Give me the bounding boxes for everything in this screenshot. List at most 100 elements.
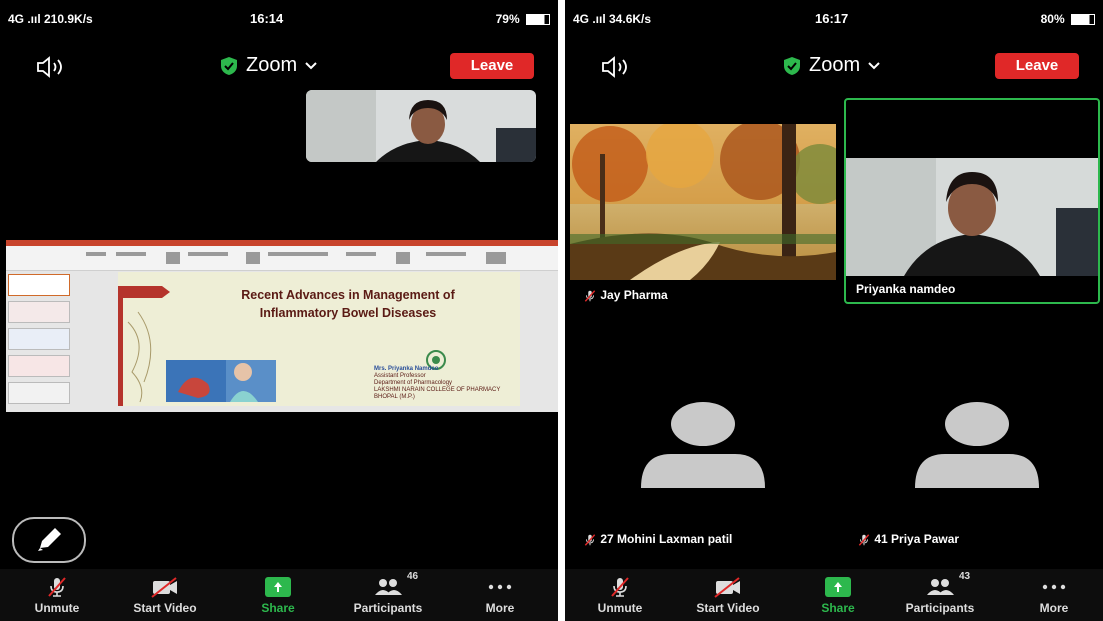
status-bar: 4G .ııl 34.6K/s 16:17 80% bbox=[565, 0, 1103, 38]
start-video-label: Start Video bbox=[696, 601, 760, 615]
slide-college: LAKSHMI NARAIN COLLEGE OF PHARMACY bbox=[374, 387, 501, 393]
share-button[interactable]: Share bbox=[793, 575, 883, 615]
left-screen: 4G .ııl 210.9K/s 16:14 79% Zoom Leave Re… bbox=[0, 0, 558, 621]
participant-label: 27 Mohini Laxman patil bbox=[583, 532, 732, 547]
share-icon bbox=[265, 577, 291, 597]
share-button[interactable]: Share bbox=[233, 575, 323, 615]
video-off-icon bbox=[151, 577, 177, 598]
current-slide: Recent Advances in Management of Inflamm… bbox=[118, 272, 520, 406]
participant-name: 41 Priya Pawar bbox=[874, 532, 960, 546]
participants-button[interactable]: 46 Participants bbox=[343, 571, 433, 615]
meeting-toolbar: Unmute Start Video Share bbox=[0, 569, 558, 621]
meeting-top-bar: Zoom Leave bbox=[0, 50, 558, 86]
participants-label: Participants bbox=[353, 601, 423, 615]
slide-thumbnail[interactable] bbox=[8, 355, 70, 377]
more-dots-icon bbox=[1042, 584, 1066, 590]
battery-status: 80% bbox=[1041, 12, 1095, 26]
leave-button[interactable]: Leave bbox=[995, 53, 1079, 79]
start-video-button[interactable]: Start Video bbox=[120, 575, 210, 615]
pencil-icon bbox=[38, 528, 61, 551]
more-button[interactable]: More bbox=[1009, 575, 1099, 615]
slide-thumbnail[interactable] bbox=[8, 382, 70, 404]
start-video-button[interactable]: Start Video bbox=[683, 575, 773, 615]
shield-icon bbox=[221, 56, 237, 75]
shared-screen: Recent Advances in Management of Inflamm… bbox=[6, 240, 558, 412]
more-button[interactable]: More bbox=[455, 575, 545, 615]
participants-count-badge: 46 bbox=[407, 571, 419, 582]
slide-title-line: Recent Advances in Management of bbox=[241, 288, 455, 302]
clock: 16:17 bbox=[815, 11, 849, 26]
chevron-down-icon bbox=[305, 61, 317, 69]
slide-role: Assistant Professor bbox=[374, 373, 426, 379]
participant-video bbox=[306, 90, 536, 162]
participant-video bbox=[570, 124, 836, 280]
network-status: 4G .ııl 34.6K/s bbox=[573, 12, 652, 26]
chevron-down-icon bbox=[868, 61, 880, 69]
battery-status: 79% bbox=[496, 12, 550, 26]
slide-title: Recent Advances in Management of Inflamm… bbox=[198, 286, 498, 322]
participants-icon bbox=[375, 579, 402, 595]
speaker-icon[interactable] bbox=[36, 56, 66, 78]
battery-icon bbox=[1071, 14, 1095, 26]
avatar-placeholder-icon bbox=[641, 402, 765, 488]
mic-muted-icon bbox=[48, 577, 66, 597]
battery-percent: 80% bbox=[1040, 12, 1065, 26]
meeting-title-dropdown[interactable]: Zoom bbox=[783, 54, 880, 77]
unmute-button[interactable]: Unmute bbox=[12, 575, 102, 615]
network-status: 4G .ııl 210.9K/s bbox=[8, 12, 93, 26]
meeting-toolbar: Unmute Start Video Share bbox=[565, 569, 1103, 621]
mic-muted-icon bbox=[858, 534, 870, 546]
meeting-title: Zoom bbox=[246, 54, 298, 76]
participant-label: Jay Pharma bbox=[583, 288, 668, 303]
participants-count-badge: 43 bbox=[959, 571, 971, 582]
self-video-thumbnail[interactable] bbox=[306, 90, 536, 162]
battery-icon bbox=[526, 14, 550, 26]
right-screen: 4G .ııl 34.6K/s 16:17 80% Zoom Leave Jay… bbox=[565, 0, 1103, 621]
annotate-button[interactable] bbox=[12, 517, 86, 563]
participants-icon bbox=[927, 579, 954, 595]
unmute-label: Unmute bbox=[597, 601, 643, 615]
leave-button[interactable]: Leave bbox=[450, 53, 534, 79]
share-label: Share bbox=[261, 601, 295, 615]
participant-name: 27 Mohini Laxman patil bbox=[600, 532, 733, 546]
unmute-button[interactable]: Unmute bbox=[575, 575, 665, 615]
slide-thumbnail[interactable] bbox=[8, 274, 70, 296]
slide-thumbnails bbox=[8, 274, 74, 408]
more-dots-icon bbox=[488, 584, 512, 590]
participant-name: Jay Pharma bbox=[600, 288, 668, 302]
slide-thumbnail[interactable] bbox=[8, 301, 70, 323]
participant-name: Priyanka namdeo bbox=[856, 282, 956, 296]
participant-label: 41 Priya Pawar bbox=[857, 532, 959, 547]
status-bar: 4G .ııl 210.9K/s 16:14 79% bbox=[0, 0, 558, 38]
meeting-title-dropdown[interactable]: Zoom bbox=[220, 54, 317, 77]
clock: 16:14 bbox=[250, 11, 284, 26]
participants-button[interactable]: 43 Participants bbox=[895, 571, 985, 615]
start-video-label: Start Video bbox=[133, 601, 197, 615]
slide-author-info: Mrs. Priyanka Namdeo Assistant Professor… bbox=[374, 366, 500, 401]
slide-title-line: Inflammatory Bowel Diseases bbox=[259, 306, 437, 320]
share-label: Share bbox=[821, 601, 855, 615]
ribbon-icons bbox=[86, 252, 506, 264]
slide-department: Department of Pharmacology bbox=[374, 380, 453, 386]
unmute-label: Unmute bbox=[34, 601, 80, 615]
shield-icon bbox=[784, 56, 800, 75]
meeting-title: Zoom bbox=[809, 54, 861, 76]
participant-tile[interactable] bbox=[570, 124, 836, 280]
video-off-icon bbox=[714, 577, 740, 598]
avatar-placeholder-icon bbox=[915, 402, 1039, 488]
participant-video bbox=[846, 158, 1098, 276]
active-speaker-tile[interactable]: Priyanka namdeo bbox=[844, 98, 1100, 304]
participants-label: Participants bbox=[905, 601, 975, 615]
mic-muted-icon bbox=[584, 534, 596, 546]
mic-muted-icon bbox=[584, 290, 596, 302]
meeting-top-bar: Zoom Leave bbox=[565, 50, 1103, 86]
more-label: More bbox=[485, 601, 515, 615]
share-icon bbox=[825, 577, 851, 597]
mic-muted-icon bbox=[611, 577, 629, 597]
speaker-icon[interactable] bbox=[601, 56, 631, 78]
slide-thumbnail[interactable] bbox=[8, 328, 70, 350]
battery-percent: 79% bbox=[495, 12, 520, 26]
slide-author: Mrs. Priyanka Namdeo bbox=[374, 366, 439, 372]
app-ribbon bbox=[6, 246, 558, 271]
more-label: More bbox=[1039, 601, 1069, 615]
